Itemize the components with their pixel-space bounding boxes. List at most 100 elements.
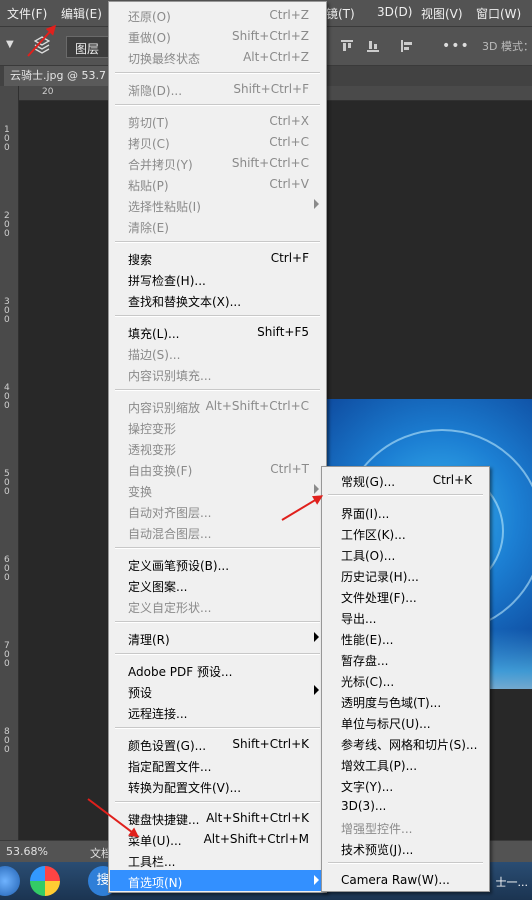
prefs-menu-item-0[interactable]: 常规(G)... Ctrl+K [323,469,488,490]
edit-menu-item-label: 拷贝(C) [128,137,170,151]
document-tab[interactable]: 云骑士.jpg @ 53.7 [4,66,120,86]
menu-edit[interactable]: 编辑(E) [61,5,102,22]
edit-menu-item-label: 内容识别缩放 [128,401,201,415]
prefs-menu-item-18[interactable]: Camera Raw(W)... [323,869,488,890]
edit-menu-item-shortcut: Shift+Ctrl+C [231,156,309,170]
menu-3d[interactable]: 3D(D) [377,5,412,19]
prefs-menu-item-15[interactable]: 3D(3)... [323,795,488,816]
prefs-menu-item-label: Camera Raw(W)... [341,873,450,887]
edit-menu-item-label: 定义自定形状... [128,601,212,615]
chevron-down-icon[interactable]: ▼ [6,39,14,50]
menu-view[interactable]: 视图(V) [421,5,463,22]
edit-menu-item-label: 还原(O) [128,10,171,24]
edit-menu-item-label: 重做(O) [128,31,171,45]
start-orb-icon[interactable] [0,866,20,896]
edit-menu-item-label: 变换 [128,485,153,499]
ruler-tick-label: 500 [4,469,10,497]
preferences-submenu: 常规(G)... Ctrl+K 界面(I)... 工作区(K)... 工具(O)... 历… [321,466,490,892]
prefs-menu-item-label: 工具(O)... [341,549,396,563]
edit-menu-item-11[interactable]: 拼写检查(H)... [110,268,325,289]
edit-menu-item-32[interactable]: 转换为配置文件(V)... [110,775,325,796]
edit-menu-item-10[interactable]: 搜索 Ctrl+F [110,247,325,268]
prefs-menu-item-9[interactable]: 光标(C)... [323,669,488,690]
prefs-menu-item-label: 界面(I)... [341,507,390,521]
prefs-menu-item-6[interactable]: 导出... [323,606,488,627]
align-top-icon[interactable] [340,39,354,53]
prefs-menu-item-12[interactable]: 参考线、网格和切片(S)... [323,732,488,753]
prefs-menu-item-label: 光标(C)... [341,675,395,689]
taskbar-window-label[interactable]: 士一... [496,874,529,890]
edit-menu-item-23[interactable]: 定义画笔预设(B)... [110,553,325,574]
edit-menu-item-14: 描边(S)... [110,342,325,363]
edit-menu-item-3: 渐隐(D)... Shift+Ctrl+F [110,78,325,99]
menu-separator [115,653,320,655]
edit-menu-item-15: 内容识别填充... [110,363,325,384]
prefs-menu-item-label: 增强型控件... [341,822,413,836]
prefs-menu-item-2[interactable]: 工作区(K)... [323,522,488,543]
align-bottom-icon[interactable] [366,39,380,53]
edit-menu-item-shortcut: Ctrl+Z [269,8,309,22]
edit-menu-item-label: 指定配置文件... [128,760,212,774]
edit-menu-item-shortcut: Shift+F5 [257,325,309,339]
edit-menu-item-19: 自由变换(F) Ctrl+T [110,458,325,479]
submenu-arrow-icon [314,685,319,695]
prefs-menu-item-label: 工作区(K)... [341,528,406,542]
edit-menu-item-29[interactable]: 远程连接... [110,701,325,722]
edit-menu-item-28[interactable]: 预设 [110,680,325,701]
edit-menu-item-34[interactable]: 菜单(U)... Alt+Shift+Ctrl+M [110,828,325,849]
prefs-menu-item-label: 文件处理(F)... [341,591,417,605]
zoom-level[interactable]: 53.68% [6,845,48,858]
menu-separator [115,241,320,243]
edit-menu-item-13[interactable]: 填充(L)... Shift+F5 [110,321,325,342]
menu-window[interactable]: 窗口(W) [476,5,521,22]
edit-menu-item-17: 操控变形 [110,416,325,437]
ruler-tick-label: 600 [4,555,10,583]
edit-menu-item-30[interactable]: 颜色设置(G)... Shift+Ctrl+K [110,733,325,754]
vertical-ruler: 100 200 300 400 500 600 700 800 [0,86,19,840]
edit-menu-item-2: 切换最终状态 Alt+Ctrl+Z [110,46,325,67]
edit-menu-item-label: 查找和替换文本(X)... [128,295,242,309]
prefs-menu-item-10[interactable]: 透明度与色域(T)... [323,690,488,711]
prefs-menu-item-8[interactable]: 暂存盘... [323,648,488,669]
menu-file[interactable]: 文件(F) [7,5,47,22]
ruler-tick-label: 200 [4,211,10,239]
prefs-menu-item-4[interactable]: 历史记录(H)... [323,564,488,585]
prefs-menu-item-5[interactable]: 文件处理(F)... [323,585,488,606]
edit-menu-item-35[interactable]: 工具栏... [110,849,325,870]
edit-menu-item-9: 清除(E) [110,215,325,236]
edit-menu-item-label: 自动对齐图层... [128,506,212,520]
more-options-icon[interactable]: ••• [442,38,470,54]
prefs-menu-item-17[interactable]: 技术预览(J)... [323,837,488,858]
menu-separator [328,862,483,864]
align-left-icon[interactable] [400,39,414,53]
app-launcher-icon[interactable] [30,866,60,896]
prefs-menu-item-label: 透明度与色域(T)... [341,696,442,710]
submenu-arrow-icon [314,199,319,209]
prefs-menu-item-7[interactable]: 性能(E)... [323,627,488,648]
prefs-menu-item-label: 技术预览(J)... [341,843,414,857]
prefs-menu-item-label: 历史记录(H)... [341,570,419,584]
edit-menu-item-36[interactable]: 首选项(N) [110,870,325,891]
edit-menu-item-shortcut: Ctrl+V [269,177,309,191]
prefs-menu-item-14[interactable]: 文字(Y)... [323,774,488,795]
prefs-menu-item-3[interactable]: 工具(O)... [323,543,488,564]
prefs-menu-item-1[interactable]: 界面(I)... [323,501,488,522]
menu-separator [328,494,483,496]
edit-menu-item-shortcut: Ctrl+C [269,135,309,149]
menu-separator [115,727,320,729]
edit-menu-item-26[interactable]: 清理(R) [110,627,325,648]
menu-separator [115,72,320,74]
edit-menu-item-24[interactable]: 定义图案... [110,574,325,595]
edit-menu-item-shortcut: Ctrl+T [270,462,309,476]
prefs-menu-item-13[interactable]: 增效工具(P)... [323,753,488,774]
edit-menu-item-label: 颜色设置(G)... [128,739,207,753]
layers-select[interactable]: 图层 [66,36,110,58]
prefs-menu-item-11[interactable]: 单位与标尺(U)... [323,711,488,732]
edit-menu-item-31[interactable]: 指定配置文件... [110,754,325,775]
edit-menu-item-27[interactable]: Adobe PDF 预设... [110,659,325,680]
edit-menu-item-12[interactable]: 查找和替换文本(X)... [110,289,325,310]
edit-menu-item-33[interactable]: 键盘快捷键... Alt+Shift+Ctrl+K [110,807,325,828]
edit-menu-item-label: 远程连接... [128,707,188,721]
edit-menu-item-18: 透视变形 [110,437,325,458]
edit-menu-item-5: 拷贝(C) Ctrl+C [110,131,325,152]
